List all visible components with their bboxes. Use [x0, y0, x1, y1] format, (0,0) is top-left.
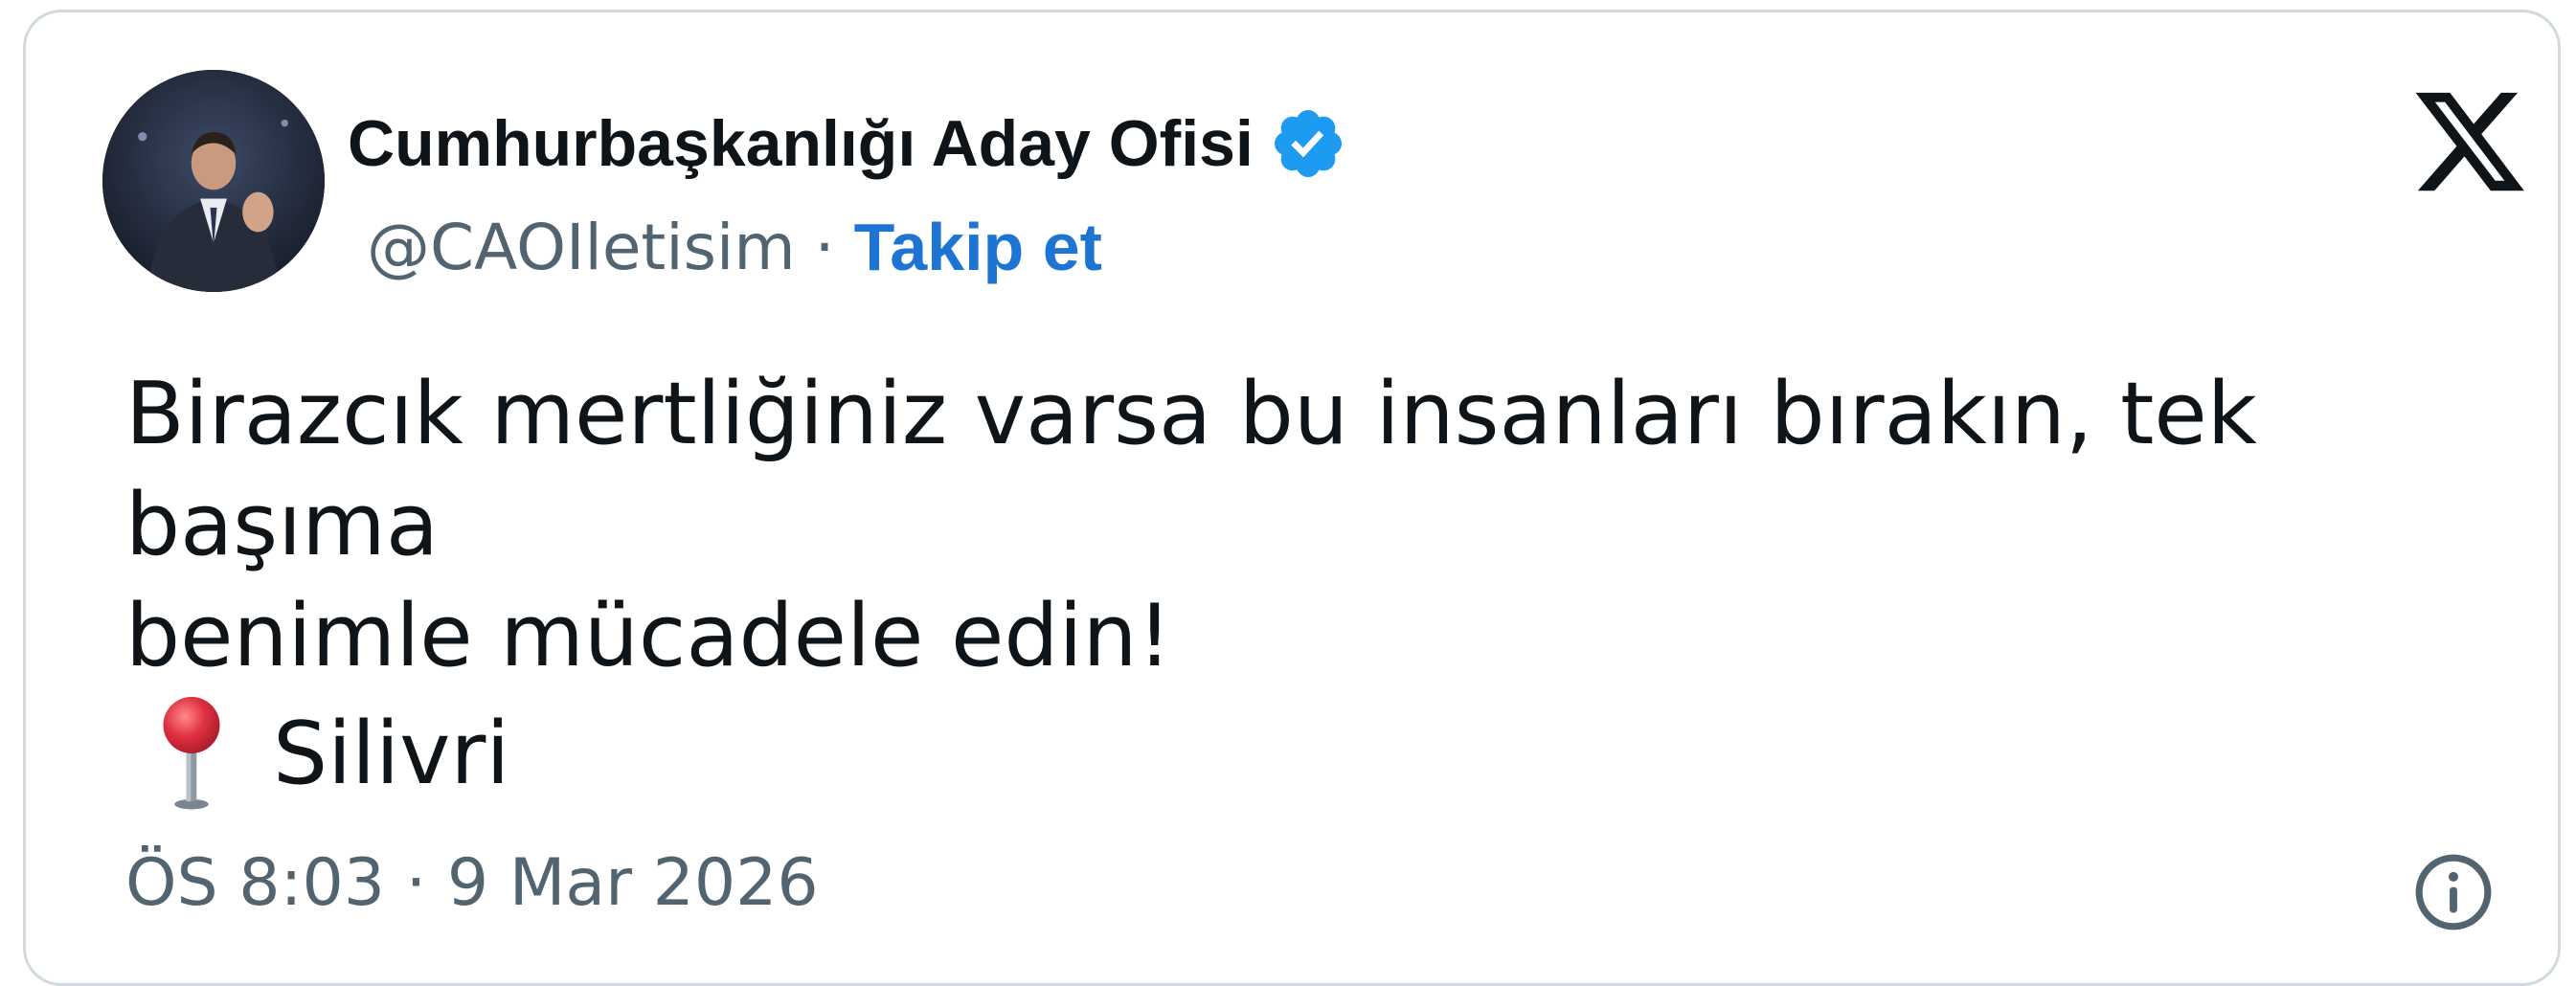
round-pushpin-icon: [163, 696, 220, 810]
info-icon[interactable]: [2412, 851, 2495, 933]
dot-separator: ·: [814, 210, 835, 284]
location-line: Silivri: [148, 694, 509, 813]
tweet-timestamp[interactable]: ÖS 8:03 · 9 Mar 2026: [125, 845, 819, 921]
account-name-row: Cumhurbaşkanlığı Aday Ofisi: [348, 101, 1347, 187]
x-logo-icon[interactable]: [2401, 81, 2539, 202]
embedded-tweet-card[interactable]: Cumhurbaşkanlığı Aday Ofisi @CAOIletisim…: [23, 10, 2561, 986]
account-handle[interactable]: @CAOIletisim: [367, 211, 796, 284]
avatar-photo: [102, 70, 325, 292]
location-text: Silivri: [273, 703, 510, 804]
verified-badge-icon: [1274, 109, 1342, 178]
handle-row: @CAOIletisim · Takip et: [367, 204, 1102, 290]
display-name[interactable]: Cumhurbaşkanlığı Aday Ofisi: [348, 106, 1254, 181]
tweet-text: Birazcık mertliğiniz varsa bu insanları …: [125, 364, 2257, 686]
profile-avatar[interactable]: [102, 70, 325, 292]
follow-button[interactable]: Takip et: [854, 209, 1102, 285]
